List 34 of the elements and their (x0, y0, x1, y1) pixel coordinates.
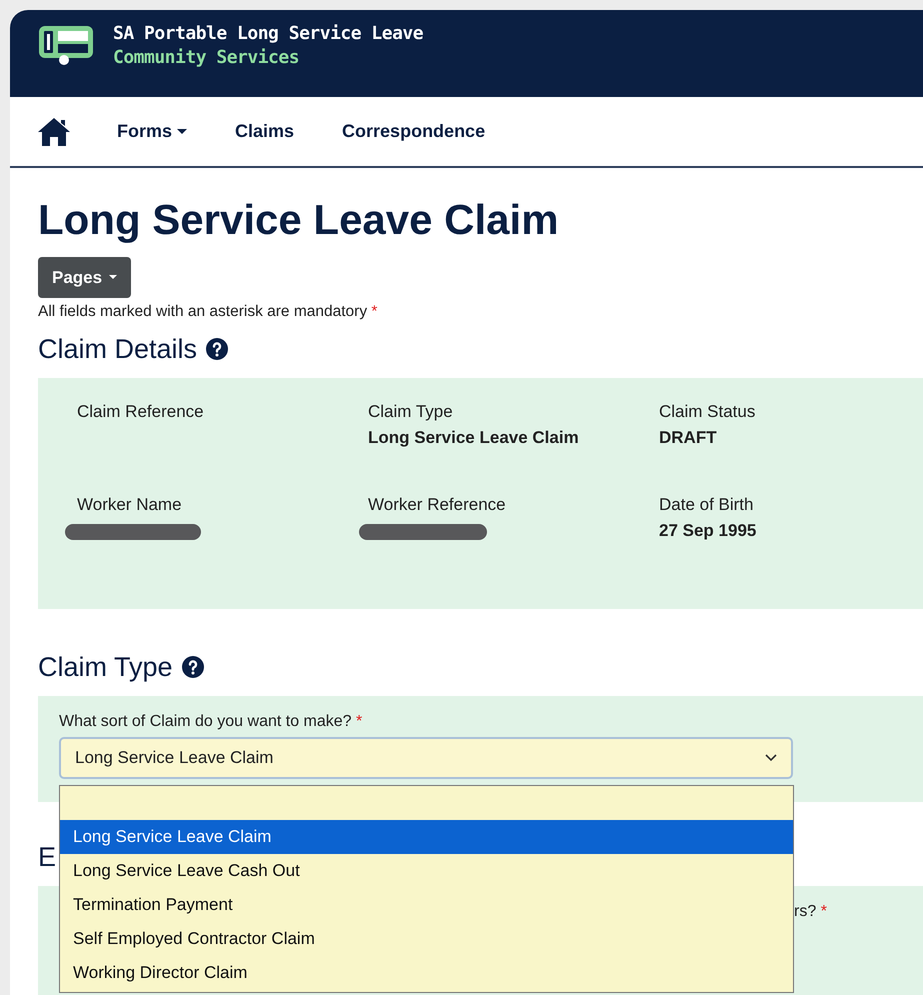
dropdown-option[interactable]: Long Service Leave Claim (60, 820, 793, 854)
question-label: rs? * (794, 902, 828, 922)
nav-link[interactable]: Forms (117, 118, 188, 145)
field-label: Worker Name (77, 494, 183, 516)
field-label: Date of Birth (659, 494, 754, 516)
pages-button[interactable]: Pages (38, 257, 132, 298)
field-label: Worker Reference (368, 494, 507, 516)
caret-down-icon (109, 275, 118, 280)
organisation-subtitle: Community Services (113, 46, 300, 70)
question-label: What sort of Claim do you want to make? * (59, 712, 364, 732)
nav-link[interactable]: Claims (235, 118, 294, 145)
claim-type-select[interactable]: Long Service Leave Claim (59, 737, 793, 779)
field-label: Claim Status (659, 401, 756, 423)
home-icon[interactable] (36, 116, 72, 148)
help-icon[interactable] (205, 337, 230, 361)
chevron-down-icon (765, 754, 777, 762)
dropdown-option[interactable]: Long Service Leave Cash Out (60, 854, 793, 888)
field-value: DRAFT (659, 427, 718, 449)
section-heading: Claim Details (38, 333, 198, 366)
mandatory-note: All fields marked with an asterisk are mandatory * (38, 302, 378, 322)
page-title: Long Service Leave Claim (38, 196, 560, 244)
field-value: 27 Sep 1995 (659, 520, 758, 542)
dropdown-option[interactable]: Termination Payment (60, 888, 793, 922)
field-label: Claim Type (368, 401, 454, 423)
nav-link[interactable]: Correspondence (342, 118, 486, 145)
help-icon[interactable] (180, 655, 205, 679)
organisation-title: SA Portable Long Service Leave (113, 22, 424, 46)
dropdown-option[interactable]: Self Employed Contractor Claim (60, 922, 793, 956)
field-label: Claim Reference (77, 401, 205, 423)
field-value: Long Service Leave Claim (368, 427, 580, 449)
caret-down-icon (177, 128, 188, 134)
section-heading: Claim Type (38, 651, 173, 684)
dropdown-option[interactable]: Working Director Claim (60, 956, 793, 990)
section-heading: E (38, 841, 56, 874)
